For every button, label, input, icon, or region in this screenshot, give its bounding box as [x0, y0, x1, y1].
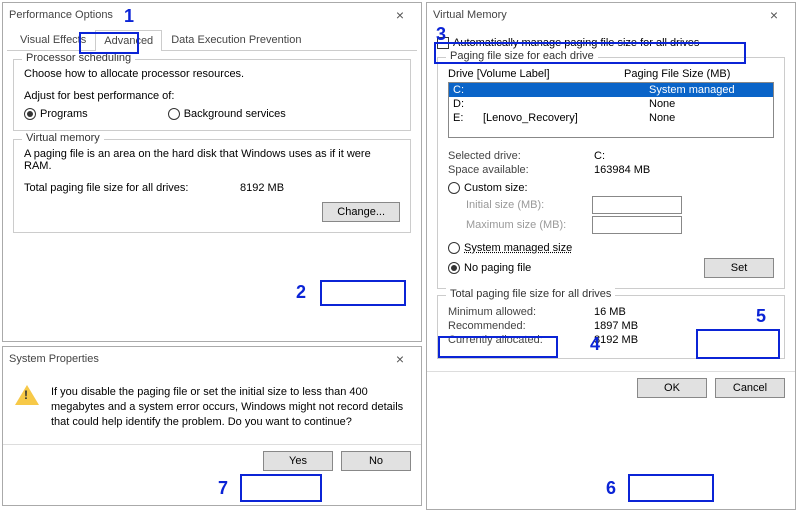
vm-title: Virtual Memory — [433, 9, 759, 21]
radio-icon — [448, 262, 460, 274]
sys-buttons: Yes No — [3, 444, 421, 477]
vm-total-label: Total paging file size for all drives: — [24, 182, 234, 194]
yes-button[interactable]: Yes — [263, 451, 333, 471]
auto-manage-checkbox[interactable]: Automatically manage paging file size fo… — [437, 37, 785, 49]
close-icon[interactable]: × — [385, 5, 415, 25]
proc-adjust: Adjust for best performance of: — [24, 90, 400, 102]
space-available-value: 163984 MB — [594, 164, 650, 176]
radio-background[interactable]: Background services — [168, 108, 286, 120]
system-managed-label: System managed size — [464, 242, 572, 254]
drive-label: [Lenovo_Recovery] — [483, 112, 649, 124]
close-icon[interactable]: × — [385, 349, 415, 369]
virtual-memory-window: Virtual Memory × Automatically manage pa… — [426, 2, 796, 510]
drive-row[interactable]: E: [Lenovo_Recovery] None — [449, 111, 773, 125]
set-button[interactable]: Set — [704, 258, 774, 278]
radio-programs[interactable]: Programs — [24, 108, 88, 120]
vm-total-value: 8192 MB — [240, 182, 284, 194]
initial-size-label: Initial size (MB): — [466, 199, 586, 211]
maximum-size-input[interactable] — [592, 216, 682, 234]
no-button[interactable]: No — [341, 451, 411, 471]
drive-list[interactable]: C: System managed D: None E: [Lenovo_Rec… — [448, 82, 774, 138]
system-properties-dialog: System Properties × If you disable the p… — [2, 346, 422, 506]
vm-titlebar: Virtual Memory × — [427, 3, 795, 27]
processor-scheduling-group: Processor scheduling Choose how to alloc… — [13, 59, 411, 131]
processor-scheduling-label: Processor scheduling — [22, 52, 135, 64]
selected-drive-label: Selected drive: — [448, 150, 588, 162]
checkbox-icon — [437, 37, 449, 49]
no-paging-label: No paging file — [464, 262, 531, 274]
radio-system-managed[interactable]: System managed size — [448, 242, 774, 254]
min-allowed-value: 16 MB — [594, 306, 626, 318]
performance-options-window: Performance Options × Visual Effects Adv… — [2, 2, 422, 342]
radio-icon — [24, 108, 36, 120]
virtual-memory-label: Virtual memory — [22, 132, 104, 144]
proc-desc: Choose how to allocate processor resourc… — [24, 68, 400, 80]
recommended-value: 1897 MB — [594, 320, 638, 332]
custom-size-label: Custom size: — [464, 182, 528, 194]
current-allocated-label: Currently allocated: — [448, 334, 588, 346]
tab-visual-effects[interactable]: Visual Effects — [11, 29, 95, 50]
drive-header: Drive [Volume Label] — [448, 68, 618, 80]
drive-label — [483, 98, 649, 110]
drive-size: None — [649, 98, 769, 110]
totals-group: Total paging file size for all drives Mi… — [437, 295, 785, 359]
tab-strip: Visual Effects Advanced Data Execution P… — [7, 27, 417, 51]
drive-letter: C: — [453, 84, 483, 96]
space-available-label: Space available: — [448, 164, 588, 176]
radio-icon — [168, 108, 180, 120]
drive-size: None — [649, 112, 769, 124]
drive-letter: D: — [453, 98, 483, 110]
sys-title: System Properties — [9, 353, 385, 365]
drive-letter: E: — [453, 112, 483, 124]
drive-row[interactable]: D: None — [449, 97, 773, 111]
radio-programs-label: Programs — [40, 108, 88, 120]
cancel-button[interactable]: Cancel — [715, 378, 785, 398]
vm-buttons: OK Cancel — [427, 371, 795, 404]
size-header: Paging File Size (MB) — [624, 68, 730, 80]
radio-background-label: Background services — [184, 108, 286, 120]
initial-size-input[interactable] — [592, 196, 682, 214]
sys-message: If you disable the paging file or set th… — [51, 385, 409, 430]
virtual-memory-group: Virtual memory A paging file is an area … — [13, 139, 411, 233]
maximum-size-label: Maximum size (MB): — [466, 219, 586, 231]
radio-icon — [448, 182, 460, 194]
paging-per-drive-group: Paging file size for each drive Drive [V… — [437, 57, 785, 289]
drive-label — [483, 84, 649, 96]
drive-row[interactable]: C: System managed — [449, 83, 773, 97]
drive-size: System managed — [649, 84, 769, 96]
radio-custom-size[interactable]: Custom size: — [448, 182, 774, 194]
sys-titlebar: System Properties × — [3, 347, 421, 371]
radio-icon — [448, 242, 460, 254]
close-icon[interactable]: × — [759, 5, 789, 25]
totals-label: Total paging file size for all drives — [446, 288, 615, 300]
recommended-label: Recommended: — [448, 320, 588, 332]
ok-button[interactable]: OK — [637, 378, 707, 398]
vm-desc: A paging file is an area on the hard dis… — [24, 148, 384, 172]
warning-icon — [15, 385, 39, 430]
current-allocated-value: 8192 MB — [594, 334, 638, 346]
paging-per-drive-label: Paging file size for each drive — [446, 50, 598, 62]
perf-titlebar: Performance Options × — [3, 3, 421, 27]
change-button[interactable]: Change... — [322, 202, 400, 222]
tab-dep[interactable]: Data Execution Prevention — [162, 29, 310, 50]
radio-no-paging[interactable]: No paging file — [448, 262, 531, 274]
selected-drive-value: C: — [594, 150, 605, 162]
auto-manage-label: Automatically manage paging file size fo… — [453, 37, 699, 49]
perf-title: Performance Options — [9, 9, 385, 21]
tab-advanced[interactable]: Advanced — [95, 30, 162, 51]
min-allowed-label: Minimum allowed: — [448, 306, 588, 318]
